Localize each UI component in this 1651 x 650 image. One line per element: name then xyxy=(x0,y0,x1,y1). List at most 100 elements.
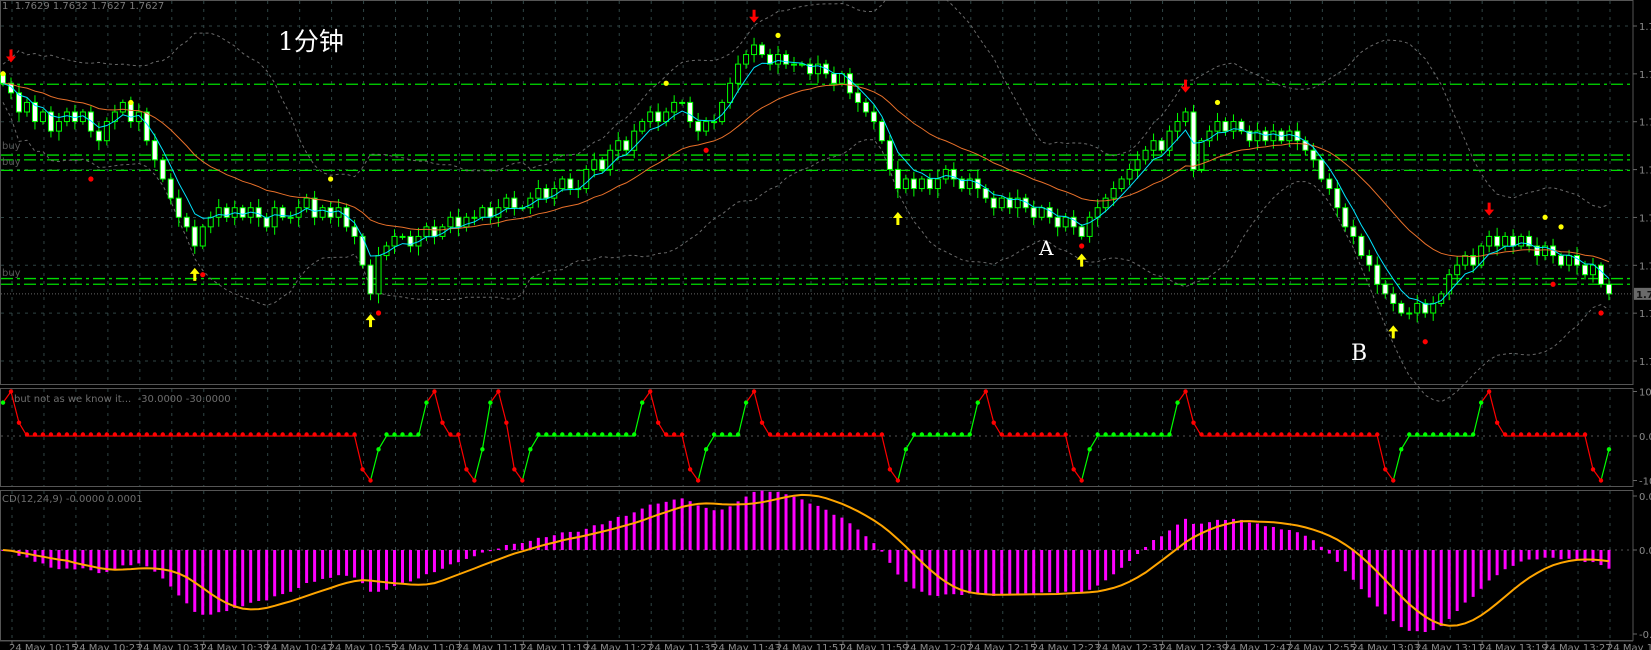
candle xyxy=(1446,274,1453,295)
oscillator-segment xyxy=(881,435,891,470)
candle xyxy=(862,101,869,113)
oscillator-segment xyxy=(1488,391,1498,423)
oscillator-segment xyxy=(378,435,388,450)
oscillator-point xyxy=(360,467,365,472)
oscillator-point xyxy=(1550,432,1556,437)
candle xyxy=(1574,255,1581,266)
macd-histogram-bar xyxy=(73,550,77,570)
candle xyxy=(1038,207,1045,218)
macd-histogram-bar xyxy=(752,491,756,550)
macd-histogram-bar xyxy=(273,550,277,597)
candle xyxy=(695,121,702,132)
macd-histogram-bar xyxy=(704,507,708,550)
macd-histogram-bar xyxy=(872,543,876,550)
macd-histogram-bar xyxy=(1207,522,1211,550)
candle xyxy=(1558,255,1565,266)
oscillator-segment xyxy=(433,391,444,423)
buy-arrow-icon xyxy=(892,212,903,226)
macd-histogram-bar xyxy=(1040,550,1044,593)
oscillator-point xyxy=(424,400,429,405)
candle xyxy=(95,130,102,142)
macd-histogram-bar xyxy=(1247,522,1251,550)
macd-histogram-bar xyxy=(616,516,620,550)
macd-tick-label: -0.0 xyxy=(1639,630,1651,641)
macd-histogram-bar xyxy=(664,501,668,550)
macd-histogram-bar xyxy=(377,550,381,592)
time-tick-label: 24 May 12:31 xyxy=(1096,643,1165,650)
macd-histogram-bar xyxy=(464,550,468,559)
oscillator-segment xyxy=(1376,435,1386,470)
macd-histogram-bar xyxy=(265,550,269,601)
candle xyxy=(1150,140,1157,151)
oscillator-segment xyxy=(481,402,491,450)
oscillator-segment xyxy=(457,435,468,470)
macd-histogram-bar xyxy=(624,515,628,550)
oscillator-point xyxy=(320,432,325,437)
oscillator-point xyxy=(775,432,781,437)
macd-histogram-bar xyxy=(1503,550,1507,570)
price-tick-label: 1.7635 xyxy=(1639,213,1651,224)
oscillator-segment xyxy=(1168,402,1179,437)
oscillator-point xyxy=(336,432,341,437)
macd-histogram-bar xyxy=(720,509,724,550)
oscillator-point xyxy=(647,389,653,394)
candle xyxy=(854,92,861,103)
oscillator-segment xyxy=(1400,435,1410,450)
oscillator-point xyxy=(1510,432,1516,437)
macd-histogram-bar xyxy=(1415,550,1419,632)
candle xyxy=(679,101,686,104)
macd-histogram-bar xyxy=(369,550,373,592)
oscillator-point xyxy=(280,432,285,437)
oscillator-point xyxy=(1574,432,1580,437)
macd-histogram-bar xyxy=(1215,519,1219,550)
oscillator-segment xyxy=(529,435,539,450)
trading-chart[interactable]: 1.7655 1.7650 1.7645 1.7640 1.7635 1.7630 1.76… xyxy=(0,0,1651,650)
candle xyxy=(926,178,933,190)
oscillator-point xyxy=(1063,432,1068,437)
signal-dot-red xyxy=(88,176,94,182)
oscillator-point xyxy=(1159,432,1164,437)
oscillator-point xyxy=(1399,447,1404,452)
oscillator-point xyxy=(288,432,293,437)
macd-histogram-bar xyxy=(824,509,828,550)
candle xyxy=(623,140,630,151)
price-tick-label: 1.7645 xyxy=(1639,118,1651,129)
oscillator-point xyxy=(1303,432,1308,437)
time-tick-label: 24 May 11:59 xyxy=(840,643,909,650)
macd-histogram-bar xyxy=(321,550,325,579)
macd-histogram-bar xyxy=(1016,550,1020,594)
oscillator-point xyxy=(72,432,78,437)
candle xyxy=(383,245,390,257)
candle xyxy=(543,188,550,199)
oscillator-point xyxy=(735,432,741,437)
macd-histogram-bar xyxy=(472,550,476,557)
oscillator-point xyxy=(456,432,461,437)
oscillator-point xyxy=(1542,432,1548,437)
oscillator-point xyxy=(1351,432,1356,437)
candle xyxy=(934,178,941,190)
macd-histogram-bar xyxy=(1295,532,1299,550)
candle xyxy=(1598,264,1604,285)
oscillator-point xyxy=(943,432,949,437)
oscillator-point xyxy=(887,467,893,472)
oscillator-point xyxy=(304,432,309,437)
candle xyxy=(1406,312,1413,315)
oscillator-segment xyxy=(353,435,364,470)
macd-histogram-bar xyxy=(1008,550,1012,596)
buy-arrow-icon xyxy=(1076,253,1087,267)
macd-histogram-bar xyxy=(984,550,988,595)
macd-histogram-bar xyxy=(1463,550,1467,603)
macd-histogram-bar xyxy=(1152,540,1156,550)
macd-histogram-bar xyxy=(968,550,972,594)
candle xyxy=(511,197,518,209)
oscillator-point xyxy=(1359,432,1364,437)
oscillator-point xyxy=(1383,467,1388,472)
oscillator-point xyxy=(791,432,797,437)
oscillator-point xyxy=(144,432,150,437)
time-tick-label: 24 May 10:47 xyxy=(265,643,334,650)
oscillator-point xyxy=(256,432,261,437)
candle xyxy=(1414,302,1421,314)
time-tick-label: 24 May 13:03 xyxy=(1351,643,1420,650)
oscillator-point xyxy=(695,478,701,483)
candle xyxy=(1270,130,1277,142)
